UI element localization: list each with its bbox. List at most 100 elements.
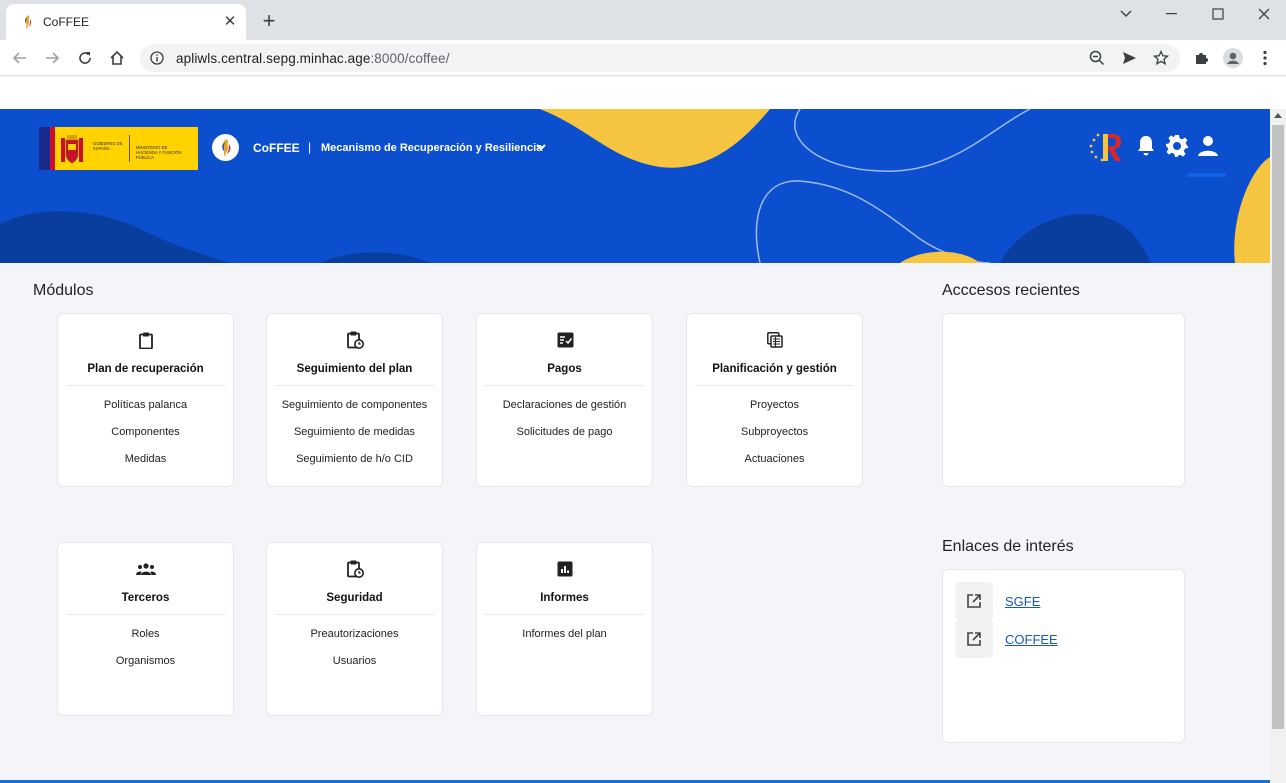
card-link-declaraciones-gestion[interactable]: Declaraciones de gestión	[477, 399, 652, 412]
clipboard-clock-icon	[345, 559, 365, 579]
links-panel: SGFE COFFEE	[942, 569, 1185, 743]
card-title[interactable]: Plan de recuperación	[58, 363, 233, 375]
card-link-organismos[interactable]: Organismos	[58, 655, 233, 668]
browser-tab[interactable]: CoFFEE ✕	[6, 4, 246, 40]
active-user-indicator	[1187, 173, 1227, 177]
reload-button[interactable]	[73, 46, 97, 70]
forward-button[interactable]	[40, 46, 64, 70]
back-button[interactable]	[8, 46, 32, 70]
coffee-favicon-icon	[20, 14, 36, 30]
grid-list-icon	[765, 330, 785, 350]
card-divider	[275, 614, 434, 615]
card-title[interactable]: Informes	[477, 592, 652, 604]
card-link-actuaciones[interactable]: Actuaciones	[687, 453, 862, 466]
bell-icon	[1136, 135, 1156, 157]
module-card-planificacion-gestion: Planificación y gestión Proyectos Subpro…	[686, 313, 863, 487]
report-chart-icon	[555, 559, 575, 579]
clipboard-clock-icon	[345, 330, 365, 350]
card-divider	[485, 614, 644, 615]
card-link-componentes[interactable]: Componentes	[58, 426, 233, 439]
app-logo[interactable]	[212, 134, 239, 161]
scroll-up-arrow-icon[interactable]	[1274, 113, 1282, 118]
scrollbar-thumb[interactable]	[1272, 125, 1284, 729]
close-icon	[1258, 8, 1270, 20]
card-link-medidas[interactable]: Medidas	[58, 453, 233, 466]
close-window-button[interactable]	[1241, 0, 1286, 28]
links-title: Enlaces de interés	[942, 538, 1074, 556]
external-link-icon[interactable]	[955, 620, 993, 658]
card-link-solicitudes-pago[interactable]: Solicitudes de pago	[477, 426, 652, 439]
star-icon	[1153, 50, 1169, 66]
app-name[interactable]: CoFFEE	[253, 141, 300, 155]
card-divider	[695, 385, 854, 386]
notifications-button[interactable]	[1131, 131, 1161, 161]
maximize-button[interactable]	[1195, 0, 1241, 28]
extensions-button[interactable]	[1189, 46, 1213, 70]
home-button[interactable]	[105, 46, 129, 70]
arrow-left-icon	[12, 50, 28, 66]
gear-icon	[1165, 134, 1189, 158]
group-icon	[136, 559, 156, 579]
card-link-usuarios[interactable]: Usuarios	[267, 655, 442, 668]
card-link-seguimiento-componentes[interactable]: Seguimiento de componentes	[267, 399, 442, 412]
info-icon[interactable]	[150, 51, 164, 65]
card-divider	[66, 614, 225, 615]
ministry-name-text: MINISTERIO DE HACIENDA Y FUNCIÓN PÚBLICA	[129, 135, 189, 162]
bookmark-bar	[0, 77, 1286, 109]
link-sgfe[interactable]: SGFE	[1005, 594, 1040, 609]
settings-button[interactable]	[1162, 131, 1192, 161]
reload-icon	[77, 50, 93, 66]
page-scrollbar[interactable]	[1270, 109, 1286, 783]
minimize-button[interactable]	[1149, 0, 1195, 28]
card-link-subproyectos[interactable]: Subproyectos	[687, 426, 862, 439]
card-title[interactable]: Seguimiento del plan	[267, 363, 442, 375]
card-divider	[66, 385, 225, 386]
external-link-icon[interactable]	[955, 582, 993, 620]
tab-search-button[interactable]	[1103, 0, 1149, 28]
tab-close-icon[interactable]: ✕	[220, 12, 240, 32]
new-tab-button[interactable]: +	[257, 9, 281, 33]
eu-flag-strip	[39, 127, 55, 170]
home-icon	[109, 50, 125, 66]
module-selector[interactable]: Mecanismo de Recuperación y Resiliencia	[321, 142, 542, 154]
card-title[interactable]: Seguridad	[267, 592, 442, 604]
chevron-down-icon	[1120, 10, 1132, 18]
card-link-proyectos[interactable]: Proyectos	[687, 399, 862, 412]
module-card-plan-recuperacion: Plan de recuperación Políticas palanca C…	[57, 313, 234, 487]
card-link-preautorizaciones[interactable]: Preautorizaciones	[267, 628, 442, 641]
link-coffee[interactable]: COFFEE	[1005, 632, 1058, 647]
module-card-seguridad: Seguridad Preautorizaciones Usuarios	[266, 542, 443, 716]
send-icon	[1121, 50, 1137, 66]
bookmark-button[interactable]	[1152, 49, 1170, 67]
more-vert-icon	[1263, 50, 1267, 66]
card-title[interactable]: Pagos	[477, 363, 652, 375]
card-link-informes-plan[interactable]: Informes del plan	[477, 628, 652, 641]
recent-access-title: Acccesos recientes	[942, 282, 1080, 300]
zoom-button[interactable]	[1088, 49, 1106, 67]
coffee-logo-icon	[217, 138, 235, 158]
module-card-seguimiento-plan: Seguimiento del plan Seguimiento de comp…	[266, 313, 443, 487]
card-link-roles[interactable]: Roles	[58, 628, 233, 641]
chevron-down-icon[interactable]	[535, 141, 547, 153]
send-button[interactable]	[1120, 49, 1138, 67]
card-divider	[485, 385, 644, 386]
browser-menu-button[interactable]	[1253, 46, 1277, 70]
url-input[interactable]: apliwls.central.sepg.minhac.age:8000/cof…	[140, 44, 1180, 72]
zoom-out-icon	[1089, 50, 1105, 66]
spain-crest-icon	[55, 127, 89, 170]
card-link-seguimiento-hito-cid[interactable]: Seguimiento de h/o CID	[267, 453, 442, 466]
clipboard-icon	[136, 330, 156, 350]
module-card-informes: Informes Informes del plan	[476, 542, 653, 716]
profile-button[interactable]	[1221, 46, 1245, 70]
header-separator: |	[308, 140, 311, 154]
module-card-pagos: Pagos Declaraciones de gestión Solicitud…	[476, 313, 653, 487]
card-title[interactable]: Terceros	[58, 592, 233, 604]
profile-icon	[1223, 48, 1243, 68]
card-link-seguimiento-medidas[interactable]: Seguimiento de medidas	[267, 426, 442, 439]
card-link-politicas-palanca[interactable]: Políticas palanca	[58, 399, 233, 412]
puzzle-icon	[1193, 50, 1209, 66]
card-title[interactable]: Planificación y gestión	[687, 363, 862, 375]
user-account-button[interactable]	[1193, 131, 1223, 161]
app-header-banner: GOBIERNO DE ESPAÑA MINISTERIO DE HACIEND…	[0, 109, 1270, 263]
user-icon	[1197, 135, 1219, 157]
